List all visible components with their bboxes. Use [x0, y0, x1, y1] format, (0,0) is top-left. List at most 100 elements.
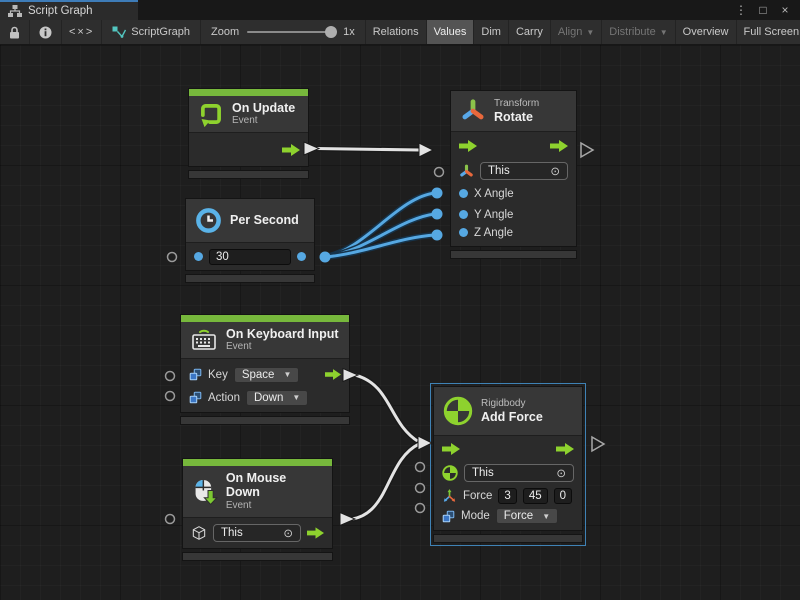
wire-per-second-to-x-angle[interactable] — [325, 193, 435, 257]
lock-icon — [9, 26, 20, 39]
flow-output-port[interactable] — [556, 443, 574, 455]
connections-overlay — [0, 45, 800, 600]
node-transform-rotate[interactable]: Transform Rotate This — [450, 90, 577, 259]
wire-mouse-to-add-force[interactable] — [340, 436, 432, 526]
mode-label: Mode — [461, 510, 490, 522]
rigidbody-icon — [443, 396, 473, 426]
key-label: Key — [208, 369, 228, 381]
unconnected-port[interactable] — [416, 463, 425, 472]
node-on-update[interactable]: On Update Event — [188, 88, 309, 179]
target-picker-icon[interactable]: ⊙ — [550, 164, 560, 178]
carry-button[interactable]: Carry — [509, 20, 551, 44]
wire-endpoint[interactable] — [432, 209, 443, 220]
enum-icon — [189, 368, 202, 381]
node-footer — [185, 274, 315, 283]
event-color-bar — [183, 459, 332, 466]
port-label: X Angle — [474, 188, 514, 200]
value-input-port[interactable] — [194, 252, 203, 261]
node-on-mouse-down[interactable]: On Mouse Down Event This ⊙ — [182, 458, 333, 561]
target-picker-icon[interactable]: ⊙ — [283, 526, 293, 540]
port-label: Z Angle — [474, 227, 513, 239]
flow-output-port[interactable] — [282, 144, 300, 156]
node-category: Rigidbody — [481, 398, 543, 410]
close-icon[interactable]: × — [776, 2, 794, 18]
action-dropdown[interactable]: Down▼ — [246, 390, 308, 406]
unconnected-port[interactable] — [166, 392, 175, 401]
target-object-field[interactable]: This ⊙ — [213, 524, 301, 542]
wire-per-second-to-z-angle[interactable] — [325, 235, 435, 257]
wire-keyboard-to-add-force[interactable] — [343, 369, 419, 443]
node-subtitle: Event — [232, 115, 295, 127]
on-update-loop-icon — [198, 101, 224, 127]
zoom-label: Zoom — [211, 26, 239, 38]
node-category: Transform — [494, 98, 539, 110]
node-add-force[interactable]: Rigidbody Add Force — [433, 386, 583, 543]
wire-per-second-to-y-angle[interactable] — [325, 214, 435, 257]
node-per-second[interactable]: Per Second 30 — [185, 198, 315, 283]
dim-button[interactable]: Dim — [474, 20, 509, 44]
overview-button[interactable]: Overview — [676, 20, 737, 44]
graph-canvas[interactable]: On Update Event — [0, 45, 800, 600]
node-subtitle: Event — [226, 500, 323, 512]
target-object-field[interactable]: This ⊙ — [480, 162, 568, 180]
rigidbody-icon — [442, 465, 458, 481]
wire-endpoint[interactable] — [432, 230, 443, 241]
unconnected-port[interactable] — [416, 484, 425, 493]
mode-dropdown[interactable]: Force▼ — [496, 508, 558, 524]
flow-output-port[interactable] — [550, 140, 568, 152]
flow-output-port[interactable] — [325, 369, 341, 380]
force-y-field[interactable]: 45 — [523, 488, 548, 504]
window-controls: ⋮ □ × — [732, 0, 800, 20]
title-bar: Script Graph ⋮ □ × — [0, 0, 800, 20]
tab-script-graph[interactable]: Script Graph — [0, 0, 138, 20]
flow-output-port[interactable] — [307, 527, 324, 539]
node-footer — [188, 170, 309, 179]
value-input-port[interactable] — [459, 228, 468, 237]
target-picker-icon[interactable]: ⊙ — [556, 466, 566, 480]
action-label: Action — [208, 392, 240, 404]
maximize-icon[interactable]: □ — [754, 2, 772, 18]
unconnected-port[interactable] — [416, 504, 425, 513]
wire-endpoint[interactable] — [432, 188, 443, 199]
event-color-bar — [189, 89, 308, 96]
kebab-menu-icon[interactable]: ⋮ — [732, 2, 750, 18]
values-button[interactable]: Values — [427, 20, 475, 44]
per-second-value-field[interactable]: 30 — [209, 249, 291, 265]
unconnected-port[interactable] — [168, 253, 177, 262]
node-footer — [180, 416, 350, 425]
full-screen-button[interactable]: Full Screen — [737, 20, 800, 44]
lock-button[interactable] — [0, 20, 30, 44]
node-title: On Mouse Down — [226, 471, 323, 500]
info-button[interactable] — [30, 20, 62, 44]
unconnected-port[interactable] — [435, 168, 444, 177]
code-view-button[interactable]: <×> — [62, 20, 102, 44]
node-on-keyboard-input[interactable]: On Keyboard Input Event Key Space▼ — [180, 314, 350, 425]
node-title: Add Force — [481, 410, 543, 424]
wire-on-update-to-rotate[interactable] — [304, 142, 433, 157]
unconnected-port[interactable] — [166, 372, 175, 381]
force-x-field[interactable]: 3 — [498, 488, 516, 504]
value-output-port[interactable] — [297, 252, 306, 261]
target-object-field[interactable]: This ⊙ — [464, 464, 574, 482]
unconnected-flow-port[interactable] — [581, 143, 593, 157]
align-dropdown[interactable]: Align▼ — [551, 20, 602, 44]
enum-icon — [189, 391, 202, 404]
unconnected-port[interactable] — [166, 515, 175, 524]
distribute-dropdown[interactable]: Distribute▼ — [602, 20, 675, 44]
zoom-slider-knob[interactable] — [325, 26, 337, 38]
node-subtitle: Event — [226, 341, 339, 353]
force-z-field[interactable]: 0 — [554, 488, 572, 504]
node-footer — [450, 250, 577, 259]
value-input-port[interactable] — [459, 189, 468, 198]
value-input-port[interactable] — [459, 210, 468, 219]
flow-input-port[interactable] — [442, 443, 460, 455]
transform-axes-icon — [459, 164, 474, 179]
unconnected-flow-port[interactable] — [592, 437, 604, 451]
graph-name-chip[interactable]: ScriptGraph — [102, 20, 201, 44]
wire-endpoint[interactable] — [320, 252, 331, 263]
relations-button[interactable]: Relations — [366, 20, 427, 44]
key-dropdown[interactable]: Space▼ — [234, 367, 300, 383]
zoom-slider[interactable] — [247, 31, 335, 33]
graph-name: ScriptGraph — [131, 26, 190, 38]
flow-input-port[interactable] — [459, 140, 477, 152]
